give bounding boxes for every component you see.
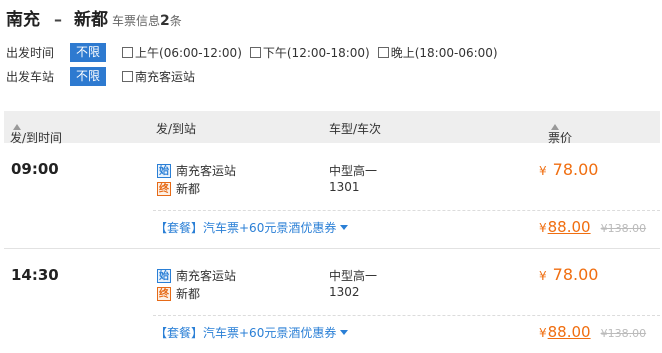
vehicle-type: 中型高一: [329, 269, 378, 283]
arrival-station: 终 新都: [157, 286, 201, 301]
checkbox[interactable]: [122, 71, 134, 82]
dropdown-arrow-icon: [340, 225, 349, 230]
route-separator: –: [54, 10, 62, 29]
row-separator: [4, 248, 660, 249]
ticket-price: ¥78.00: [539, 265, 599, 284]
filter-label: 出发车站: [6, 70, 55, 84]
row-divider: [153, 210, 660, 211]
original-price: ¥138.00: [600, 327, 647, 340]
route-title: 南充 – 新都 车票信息 2 条: [6, 5, 182, 33]
package-link[interactable]: 【套餐】汽车票+60元景酒优惠券: [155, 324, 349, 341]
checkbox[interactable]: [377, 47, 389, 58]
start-icon: 始: [157, 268, 171, 283]
time-option-afternoon[interactable]: 下午(12:00-18:00): [249, 44, 370, 61]
result-count: 2: [160, 13, 170, 29]
checkbox[interactable]: [122, 47, 134, 58]
filter-departure-station: 出发车站 不限 南充客运站: [6, 67, 203, 86]
time-option-morning[interactable]: 上午(06:00-12:00): [122, 44, 242, 61]
dropdown-arrow-icon: [340, 330, 349, 335]
result-count-unit: 条: [169, 14, 182, 28]
ticket-price: ¥78.00: [539, 160, 599, 179]
row-divider: [153, 315, 660, 316]
original-price: ¥138.00: [600, 222, 647, 235]
start-icon: 始: [157, 163, 171, 178]
filter-any-tag[interactable]: 不限: [70, 67, 107, 86]
filter-any-tag[interactable]: 不限: [70, 43, 107, 62]
checkbox[interactable]: [249, 47, 261, 58]
end-icon: 终: [157, 181, 171, 196]
station-option-nanchong[interactable]: 南充客运站: [122, 68, 195, 85]
trip-number: 1301: [329, 180, 360, 194]
vehicle-type: 中型高一: [329, 164, 378, 178]
time-option-evening[interactable]: 晚上(18:00-06:00): [377, 44, 498, 61]
origin-city: 南充: [6, 10, 40, 30]
departure-time: 14:30: [11, 266, 59, 284]
destination-city: 新都: [74, 10, 108, 30]
sort-by-price[interactable]: 票价: [548, 120, 572, 145]
ticket-info-label: 车票信息: [112, 14, 161, 28]
trip-number: 1302: [329, 285, 360, 299]
end-icon: 终: [157, 286, 171, 301]
header-vehicle: 车型/车次: [329, 122, 382, 136]
filter-departure-time: 出发时间 不限 上午(06:00-12:00) 下午(12:00-18:00) …: [6, 43, 506, 62]
filter-label: 出发时间: [6, 46, 55, 60]
arrival-station: 终 新都: [157, 181, 201, 196]
package-price: ¥88.00 ¥138.00: [539, 218, 647, 236]
sort-by-time[interactable]: 发/到时间: [10, 120, 62, 145]
package-price: ¥88.00 ¥138.00: [539, 323, 647, 341]
package-link[interactable]: 【套餐】汽车票+60元景酒优惠券: [155, 219, 349, 236]
departure-time: 09:00: [11, 160, 59, 178]
header-station: 发/到站: [156, 122, 197, 136]
departure-station: 始 南充客运站: [157, 268, 237, 283]
results-table-header: 发/到时间 发/到站 车型/车次 票价: [4, 111, 660, 145]
departure-station: 始 南充客运站: [157, 163, 237, 178]
